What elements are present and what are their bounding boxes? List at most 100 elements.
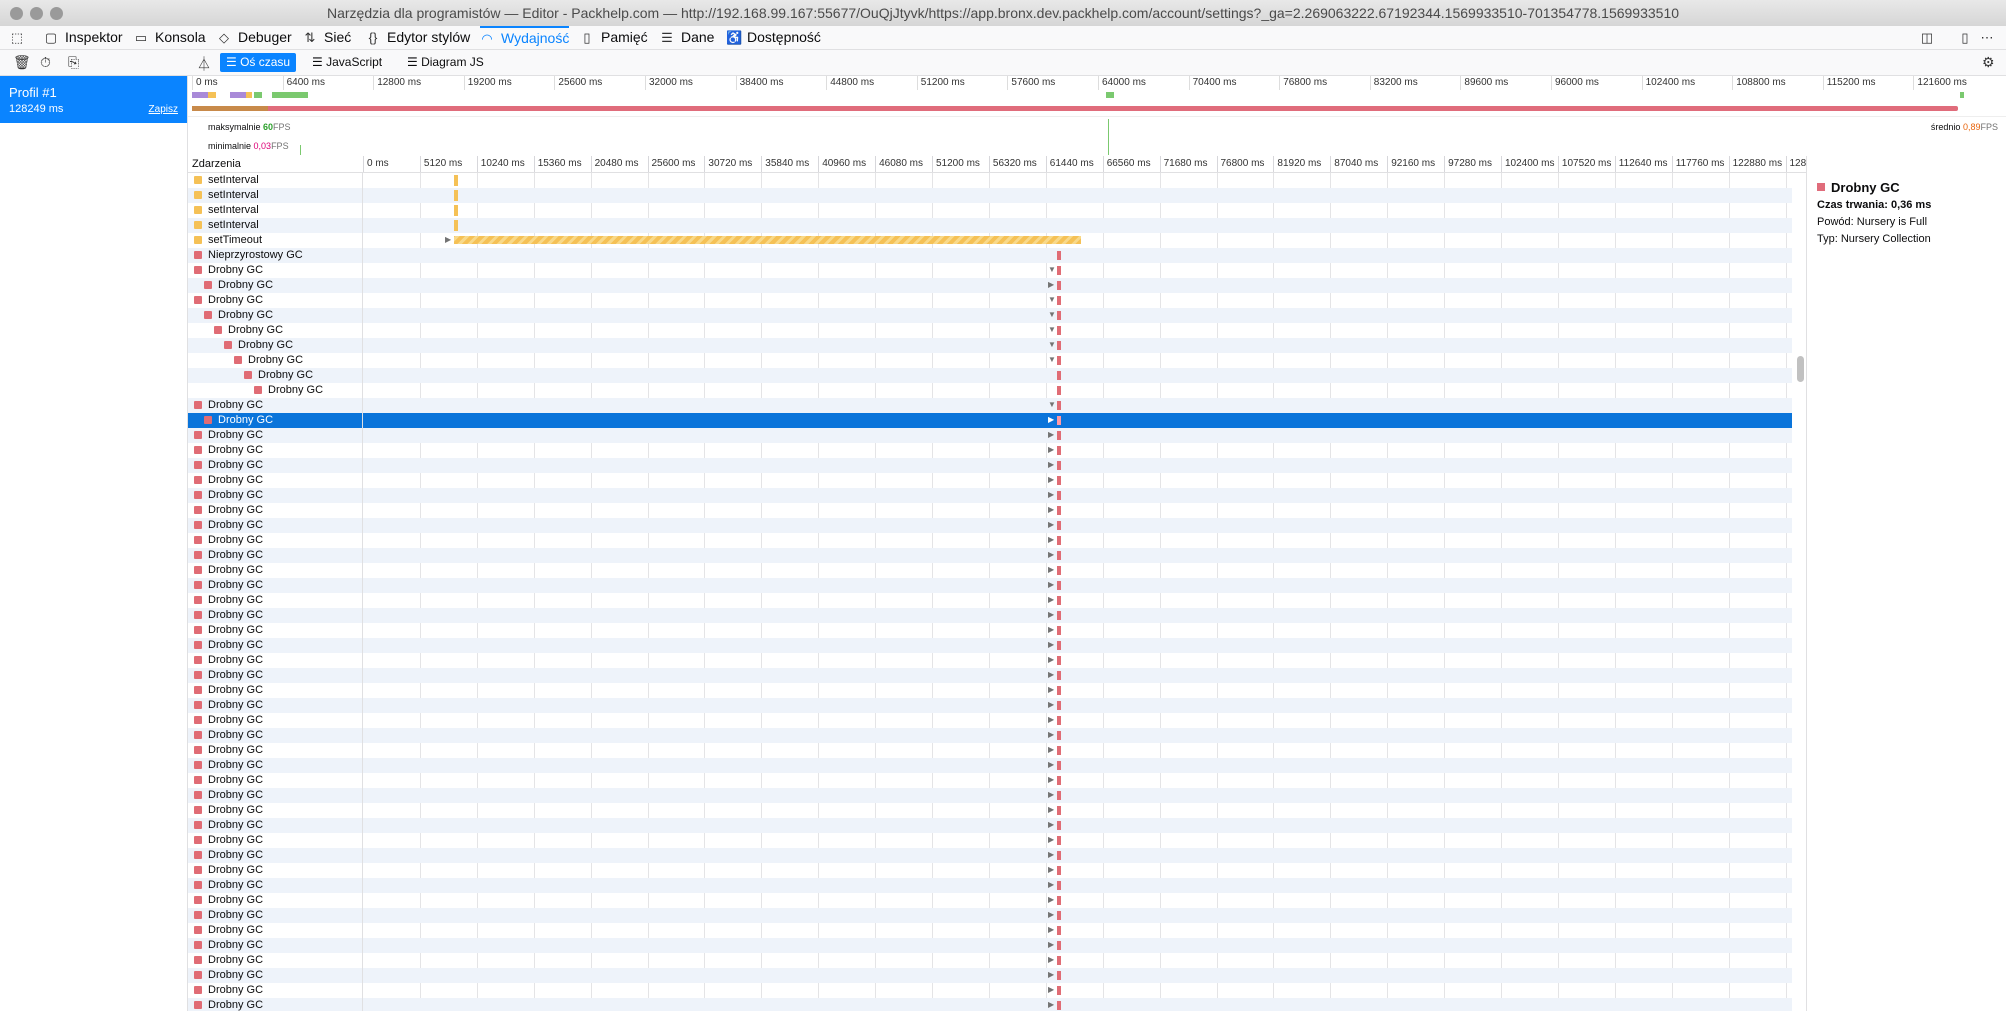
expand-icon[interactable]: ▶	[1048, 1000, 1054, 1009]
waterfall-marker-bar[interactable]	[1057, 386, 1061, 395]
expand-icon[interactable]: ▶	[1048, 625, 1054, 634]
waterfall-marker-bar[interactable]	[1057, 251, 1061, 260]
waterfall-row[interactable]: Drobny GC ▶	[188, 998, 1792, 1011]
waterfall-row[interactable]: Drobny GC ▶	[188, 743, 1792, 758]
waterfall-row[interactable]: Drobny GC ▶	[188, 503, 1792, 518]
tab-accessibility[interactable]: ♿ Dostępność	[726, 26, 821, 49]
waterfall-marker-bar[interactable]	[1057, 401, 1061, 410]
tab-memory[interactable]: ▯ Pamięć	[580, 26, 647, 49]
waterfall-row[interactable]: Drobny GC ▼	[188, 323, 1792, 338]
expand-icon[interactable]: ▶	[1048, 565, 1054, 574]
waterfall-marker-bar[interactable]	[1057, 356, 1061, 365]
waterfall-row[interactable]: Nieprzyrostowy GC	[188, 248, 1792, 263]
expand-icon[interactable]: ▶	[1048, 895, 1054, 904]
waterfall-row[interactable]: Drobny GC ▶	[188, 443, 1792, 458]
waterfall-marker-bar[interactable]	[1057, 266, 1061, 275]
waterfall-marker-bar[interactable]	[1057, 806, 1061, 815]
waterfall-row[interactable]: Drobny GC ▶	[188, 698, 1792, 713]
expand-icon[interactable]: ▼	[1048, 400, 1056, 409]
waterfall-row[interactable]: Drobny GC ▶	[188, 518, 1792, 533]
waterfall-row[interactable]: Drobny GC	[188, 383, 1792, 398]
waterfall-marker-bar[interactable]	[1057, 626, 1061, 635]
expand-icon[interactable]: ▶	[1048, 880, 1054, 889]
waterfall-marker-bar[interactable]	[1057, 791, 1061, 800]
waterfall-row[interactable]: Drobny GC ▶	[188, 863, 1792, 878]
waterfall-row[interactable]: Drobny GC ▶	[188, 458, 1792, 473]
expand-icon[interactable]: ▶	[1048, 460, 1054, 469]
expand-icon[interactable]: ▶	[1048, 715, 1054, 724]
dock-sidebar-icon[interactable]: ◫	[1920, 26, 1941, 49]
waterfall-row[interactable]: setInterval	[188, 218, 1792, 233]
timeline-overview[interactable]: 0 ms 6400 ms 12800 ms 19200 ms 25600 ms 32000…	[188, 76, 2006, 157]
waterfall-marker-bar[interactable]	[1057, 506, 1061, 515]
view-javascript-button[interactable]: ☰ JavaScript	[306, 53, 388, 72]
expand-icon[interactable]: ▼	[1048, 310, 1056, 319]
waterfall-row[interactable]: Drobny GC ▶	[188, 848, 1792, 863]
waterfall-row[interactable]: Drobny GC ▶	[188, 563, 1792, 578]
waterfall-marker-bar[interactable]	[454, 190, 458, 201]
waterfall-marker-bar[interactable]	[1057, 536, 1061, 545]
tab-inspector[interactable]: ▢ Inspektor	[44, 26, 123, 49]
waterfall-row[interactable]: Drobny GC ▶	[188, 818, 1792, 833]
expand-icon[interactable]: ▶	[1048, 820, 1054, 829]
waterfall-marker-bar[interactable]	[1057, 566, 1061, 575]
expand-icon[interactable]: ▶	[1048, 490, 1054, 499]
expand-icon[interactable]: ▶	[1048, 475, 1054, 484]
expand-icon[interactable]: ▶	[1048, 415, 1054, 424]
waterfall-row[interactable]: Drobny GC ▶	[188, 923, 1792, 938]
window-close-button[interactable]	[10, 7, 23, 20]
waterfall-row[interactable]: Drobny GC ▶	[188, 638, 1792, 653]
expand-icon[interactable]: ▶	[1048, 505, 1054, 514]
waterfall-marker-bar[interactable]	[454, 205, 458, 216]
waterfall-marker-bar[interactable]	[1057, 881, 1061, 890]
waterfall-row[interactable]: Drobny GC ▶	[188, 488, 1792, 503]
expand-icon[interactable]: ▶	[1048, 640, 1054, 649]
waterfall-marker-bar[interactable]	[1057, 416, 1061, 425]
waterfall-row[interactable]: Drobny GC ▶	[188, 788, 1792, 803]
waterfall-marker-bar[interactable]	[1057, 431, 1061, 440]
stopwatch-icon[interactable]: ⏱	[40, 54, 51, 71]
expand-icon[interactable]: ▶	[1048, 835, 1054, 844]
waterfall-marker-bar[interactable]	[1057, 476, 1061, 485]
waterfall-row[interactable]: Drobny GC ▶	[188, 893, 1792, 908]
expand-icon[interactable]: ▶	[1048, 580, 1054, 589]
responsive-design-icon[interactable]: ▯	[1958, 26, 1979, 49]
waterfall-row[interactable]: Drobny GC ▶	[188, 668, 1792, 683]
expand-icon[interactable]: ▶	[1048, 775, 1054, 784]
waterfall-row[interactable]: Drobny GC ▶	[188, 473, 1792, 488]
gear-icon[interactable]: ⚙	[1982, 54, 1995, 71]
expand-icon[interactable]: ▶	[1048, 985, 1054, 994]
expand-icon[interactable]: ▶	[1048, 745, 1054, 754]
expand-icon[interactable]: ▶	[1048, 280, 1054, 289]
expand-icon[interactable]: ▼	[1048, 295, 1056, 304]
expand-icon[interactable]: ▶	[1048, 430, 1054, 439]
recording-item[interactable]: Profil #1 128249 ms Zapisz	[0, 76, 187, 123]
waterfall-row[interactable]: Drobny GC ▶	[188, 758, 1792, 773]
waterfall-marker-bar[interactable]	[1057, 281, 1061, 290]
view-flamegraph-button[interactable]: ☰ Diagram JS	[401, 53, 490, 72]
waterfall-row[interactable]: Drobny GC ▶	[188, 278, 1792, 293]
expand-icon[interactable]: ▶	[445, 235, 451, 244]
waterfall-row[interactable]: Drobny GC ▶	[188, 728, 1792, 743]
more-options-icon[interactable]: ⋯	[1980, 26, 2001, 49]
waterfall-marker-bar[interactable]	[1057, 551, 1061, 560]
waterfall-marker-bar[interactable]	[1057, 341, 1061, 350]
waterfall-row[interactable]: Drobny GC ▶	[188, 593, 1792, 608]
waterfall-marker-bar[interactable]	[1057, 596, 1061, 605]
expand-icon[interactable]: ▶	[1048, 535, 1054, 544]
waterfall-marker-bar[interactable]	[454, 236, 1081, 244]
waterfall-row[interactable]: Drobny GC	[188, 368, 1792, 383]
waterfall-marker-bar[interactable]	[1057, 371, 1061, 380]
expand-icon[interactable]: ▶	[1048, 940, 1054, 949]
waterfall-row[interactable]: Drobny GC ▶	[188, 623, 1792, 638]
waterfall-row[interactable]: Drobny GC ▶	[188, 608, 1792, 623]
waterfall-row[interactable]: Drobny GC ▶	[188, 533, 1792, 548]
waterfall-marker-bar[interactable]	[1057, 851, 1061, 860]
filter-icon[interactable]: ⏃	[197, 54, 211, 74]
waterfall-marker-bar[interactable]	[454, 220, 458, 231]
import-icon[interactable]: ⎘	[68, 54, 79, 71]
expand-icon[interactable]: ▶	[1048, 700, 1054, 709]
expand-icon[interactable]: ▶	[1048, 865, 1054, 874]
waterfall-marker-bar[interactable]	[454, 175, 458, 186]
trash-icon[interactable]: 🗑	[13, 54, 31, 71]
